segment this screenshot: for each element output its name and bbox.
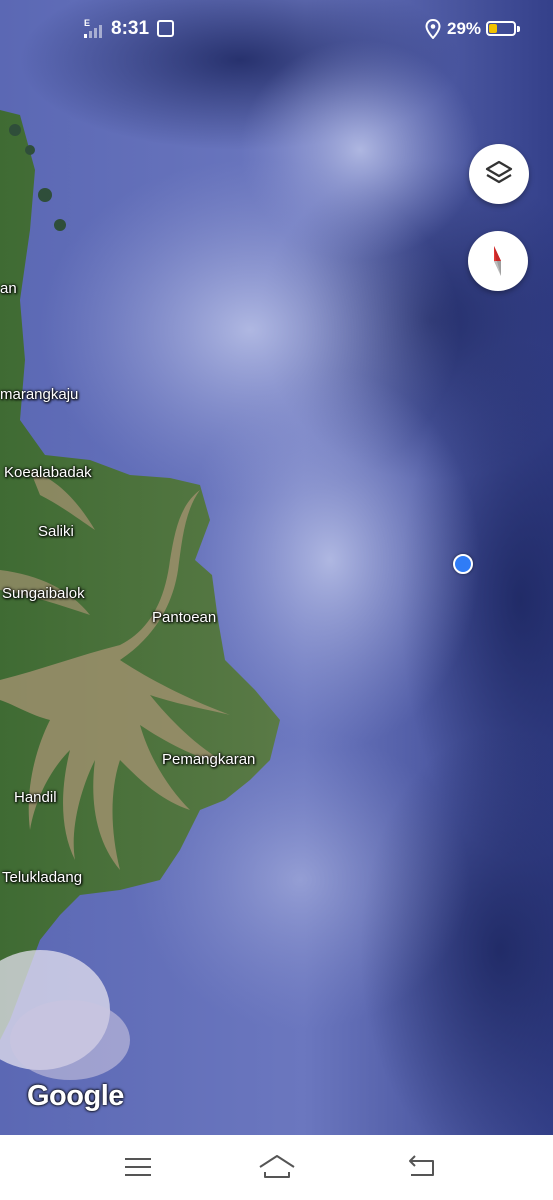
battery-fill <box>489 24 497 33</box>
compass-icon <box>494 246 501 276</box>
map-label[interactable]: Pantoean <box>152 609 216 626</box>
status-bar: E 8:31 29% <box>0 0 553 60</box>
battery-percent: 29% <box>447 19 482 38</box>
map-label[interactable]: Handil <box>14 789 57 806</box>
home-icon[interactable] <box>257 1147 297 1187</box>
google-logo: Google <box>27 1080 124 1112</box>
layers-button[interactable] <box>469 144 529 204</box>
system-nav-bar <box>0 1135 553 1200</box>
map-label[interactable]: marangkaju <box>0 386 78 403</box>
map-label[interactable]: Telukladang <box>2 869 82 886</box>
map-label[interactable]: Koealabadak <box>4 464 92 481</box>
map-label[interactable]: Pemangkaran <box>162 751 255 768</box>
map-label[interactable]: an <box>0 280 17 297</box>
location-icon <box>425 19 441 39</box>
gallery-icon <box>157 20 174 37</box>
battery-icon <box>486 21 520 36</box>
back-icon[interactable] <box>401 1147 441 1187</box>
map-label[interactable]: Saliki <box>38 523 74 540</box>
status-time: 8:31 <box>111 18 150 39</box>
battery-nub <box>517 26 520 32</box>
signal-icon: E <box>84 18 102 38</box>
my-location-dot[interactable] <box>453 554 473 574</box>
map-label[interactable]: Sungaibalok <box>2 585 85 602</box>
layers-icon <box>485 160 513 184</box>
compass-button[interactable] <box>468 231 528 291</box>
menu-icon[interactable] <box>118 1147 158 1187</box>
network-type-label: E <box>84 18 90 28</box>
